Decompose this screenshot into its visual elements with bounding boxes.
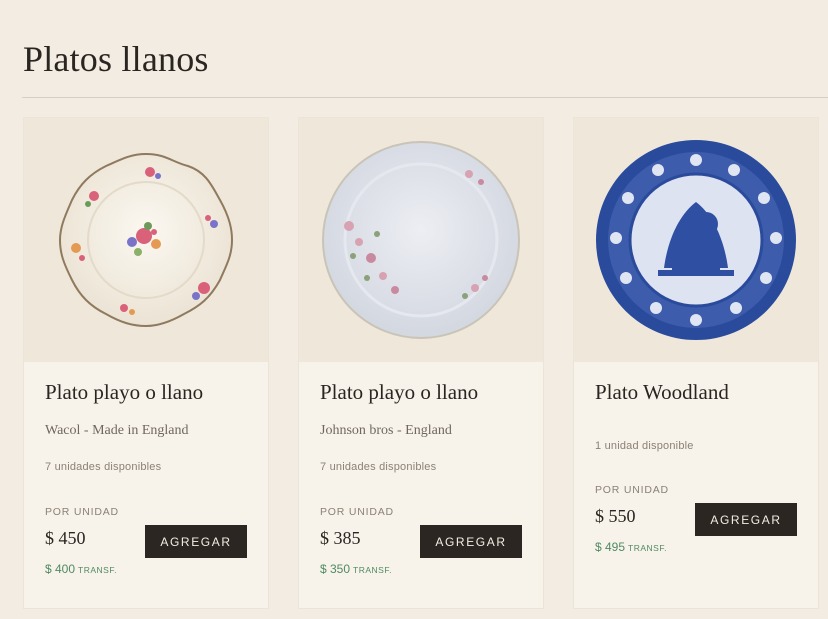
- transfer-price-value: $ 350: [320, 562, 351, 576]
- stock-info: 1 unidad disponible: [595, 440, 694, 452]
- page-title: Platos llanos: [23, 39, 209, 79]
- product-grid: Plato playo o llano Wacol - Made in Engl…: [23, 117, 828, 609]
- transfer-price: $ 350 TRANSF.: [320, 562, 392, 576]
- transfer-price: $ 495 TRANSF.: [595, 540, 667, 554]
- product-image[interactable]: [299, 118, 543, 362]
- floral-plate-icon: [58, 152, 234, 328]
- add-to-cart-button[interactable]: AGREGAR: [145, 525, 247, 558]
- transfer-label: TRANSF.: [78, 565, 117, 575]
- product-subtitle: Wacol - Made in England: [45, 423, 189, 438]
- stock-info: 7 unidades disponibles: [320, 461, 437, 473]
- stock-info: 7 unidades disponibles: [45, 461, 162, 473]
- unit-label: POR UNIDAD: [595, 484, 669, 496]
- transfer-label: TRANSF.: [628, 543, 667, 553]
- product-card[interactable]: Plato Woodland 1 unidad disponible POR U…: [573, 117, 819, 609]
- price: $ 450: [45, 528, 86, 548]
- product-title[interactable]: Plato Woodland: [595, 380, 729, 405]
- product-subtitle: Johnson bros - England: [320, 423, 452, 438]
- rose-plate-icon: [322, 141, 520, 339]
- unit-label: POR UNIDAD: [320, 506, 394, 518]
- unit-label: POR UNIDAD: [45, 506, 119, 518]
- product-title[interactable]: Plato playo o llano: [45, 380, 203, 405]
- blue-transferware-plate-icon: [596, 140, 796, 340]
- add-to-cart-button[interactable]: AGREGAR: [695, 503, 797, 536]
- transfer-price-value: $ 400: [45, 562, 76, 576]
- transfer-price: $ 400 TRANSF.: [45, 562, 117, 576]
- product-card[interactable]: Plato playo o llano Johnson bros - Engla…: [298, 117, 544, 609]
- product-title[interactable]: Plato playo o llano: [320, 380, 478, 405]
- product-card[interactable]: Plato playo o llano Wacol - Made in Engl…: [23, 117, 269, 609]
- price: $ 385: [320, 528, 361, 548]
- transfer-label: TRANSF.: [353, 565, 392, 575]
- transfer-price-value: $ 495: [595, 540, 626, 554]
- add-to-cart-button[interactable]: AGREGAR: [420, 525, 522, 558]
- product-image[interactable]: [574, 118, 818, 362]
- price: $ 550: [595, 506, 636, 526]
- title-divider: [22, 97, 828, 98]
- product-image[interactable]: [24, 118, 268, 362]
